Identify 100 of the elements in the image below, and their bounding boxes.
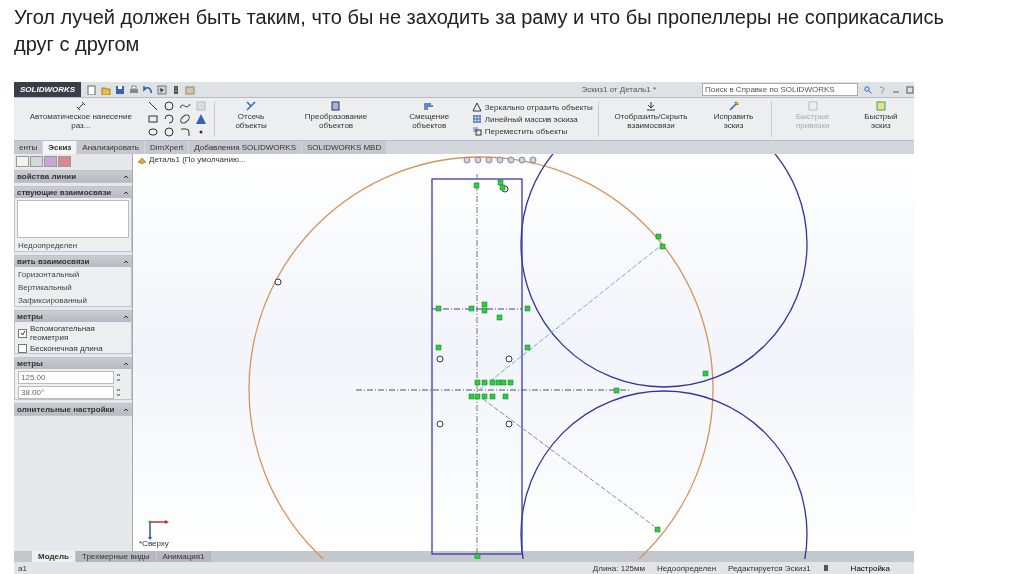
undo-icon: [143, 84, 154, 95]
slide-title: Угол лучей должен быть таким, что бы не заходить за раму и что бы пропеллеры не соприкасались друг с другом: [14, 5, 945, 57]
dimension-icon: [74, 100, 87, 112]
save-icon: [115, 84, 126, 95]
tab[interactable]: DimXpert: [144, 141, 189, 154]
number-field[interactable]: 38.00°: [18, 386, 114, 399]
relation-option[interactable]: Вертикальный: [15, 282, 131, 293]
tab[interactable]: Добавления SOLIDWORKS: [189, 141, 301, 154]
open-folder-icon: [101, 84, 112, 95]
ribbon-button[interactable]: Отсечь объекты: [219, 98, 283, 140]
relation-option[interactable]: Зафиксированный: [15, 295, 131, 306]
construction-line[interactable]: [431, 308, 523, 310]
relation-marker-icon: [524, 305, 531, 312]
view-label: *Сверху: [139, 539, 169, 548]
config-icon[interactable]: [30, 156, 43, 167]
customize-button[interactable]: Настройка: [840, 563, 910, 573]
tool-icon: [471, 114, 482, 124]
search-icon: [864, 85, 872, 94]
relations-list[interactable]: [17, 200, 129, 238]
tab[interactable]: енты: [14, 141, 43, 154]
relation-marker-icon: [496, 314, 503, 321]
tree-item[interactable]: Деталь1 (По умолчанию...: [149, 155, 246, 164]
rebuild-icon: [822, 564, 829, 572]
sketch-tool-icon: [162, 126, 175, 138]
relation-marker-icon: [702, 370, 709, 377]
status-text: а1: [18, 563, 27, 573]
printer-icon: [129, 84, 140, 95]
construction-line[interactable]: [482, 398, 655, 527]
section-title: метры: [17, 312, 43, 321]
sketch-point-icon: [505, 355, 513, 363]
relation-marker-icon: [435, 305, 442, 312]
quick-sketch-icon: [874, 100, 887, 112]
relation-marker-icon: [474, 553, 481, 559]
tab[interactable]: Трехмерные виды: [76, 551, 156, 562]
offset-icon: [423, 100, 436, 112]
tab[interactable]: SOLIDWORKS MBD: [302, 141, 387, 154]
section-title: вить взаимосвязи: [17, 257, 90, 266]
ribbon-button[interactable]: Линейный массив эскиза: [471, 114, 593, 124]
tool-icon: [471, 102, 482, 112]
collapse-icon: [123, 313, 129, 320]
ribbon-button[interactable]: Преобразование объектов: [285, 98, 387, 140]
sketch-tool-icon: [146, 113, 159, 125]
relation-marker-icon: [473, 182, 480, 189]
centerline[interactable]: [355, 389, 630, 391]
new-file-icon: [87, 84, 98, 95]
ribbon-button[interactable]: Отобразить/Скрыть взаимосвязи: [603, 98, 699, 140]
relation-marker-icon: [435, 344, 442, 351]
display-icon[interactable]: [44, 156, 57, 167]
sketch-tool-icon: [178, 126, 191, 138]
status-text: Длина: 125мм: [592, 563, 646, 573]
ribbon-button[interactable]: Автоматическое нанесение раз...: [18, 98, 144, 140]
sketch-point-icon: [436, 355, 444, 363]
status-text: Редактируется Эскиз1: [728, 563, 811, 573]
ribbon-button[interactable]: Исправить эскиз: [701, 98, 766, 140]
axes-icon: [147, 518, 169, 540]
ribbon-button[interactable]: Переместить объекты: [471, 126, 593, 136]
sketch-point-icon: [274, 278, 282, 286]
search-field[interactable]: Поиск в Справке по SOLIDWORKS: [702, 83, 858, 96]
section-title: метры: [17, 359, 43, 368]
frame-rectangle[interactable]: [431, 178, 523, 555]
checkbox-label: Вспомогательная геометрия: [30, 324, 96, 342]
sketch-tool-icon: [194, 113, 207, 125]
tab[interactable]: Анимация1: [156, 551, 211, 562]
ribbon-button[interactable]: Быстрый эскиз: [851, 98, 910, 140]
checkbox[interactable]: [18, 328, 27, 338]
relations-icon: [644, 100, 657, 112]
relation-marker-icon: [654, 526, 661, 533]
section-title: ствующие взаимосвязи: [17, 188, 112, 197]
ribbon-button[interactable]: Зеркально отразить объекты: [471, 102, 593, 112]
sketch-tool-icon: [178, 113, 191, 125]
maximize-icon: [906, 85, 914, 94]
help-icon: [878, 85, 886, 94]
sketch-point-icon: [436, 420, 444, 428]
number-field[interactable]: 125.00: [18, 371, 114, 384]
ribbon-button[interactable]: Смещение объектов: [389, 98, 469, 140]
collapse-icon: [123, 189, 129, 196]
sketch-tool-icon: [162, 100, 175, 112]
checkbox[interactable]: [18, 344, 27, 353]
checkbox-label: Бесконечная длина: [30, 344, 103, 353]
collapse-icon: [123, 360, 129, 367]
collapse-icon: [123, 406, 129, 413]
section-title: войства линии: [17, 172, 77, 181]
repair-icon: [727, 100, 740, 112]
collapse-icon: [123, 173, 129, 180]
relation-option[interactable]: Горизонтальный: [15, 269, 131, 280]
sketch-tool-icon: [162, 113, 175, 125]
part-icon: [137, 155, 147, 164]
tab[interactable]: Эскиз: [43, 141, 77, 154]
tab[interactable]: Модель: [32, 551, 75, 562]
relation-marker-icon: [468, 305, 475, 312]
relation-marker-icon: [613, 387, 620, 394]
property-manager-icon[interactable]: [16, 156, 29, 167]
app-logo: SOLIDWORKS: [14, 82, 82, 97]
relation-marker-icon: [502, 393, 509, 400]
convert-icon: [330, 100, 343, 112]
spinner-icon: [116, 388, 121, 397]
relation-marker-icon: [659, 243, 666, 250]
status-text: Недоопределен: [657, 563, 717, 573]
tab[interactable]: Анализировать: [77, 141, 144, 154]
trim-icon: [245, 100, 257, 112]
